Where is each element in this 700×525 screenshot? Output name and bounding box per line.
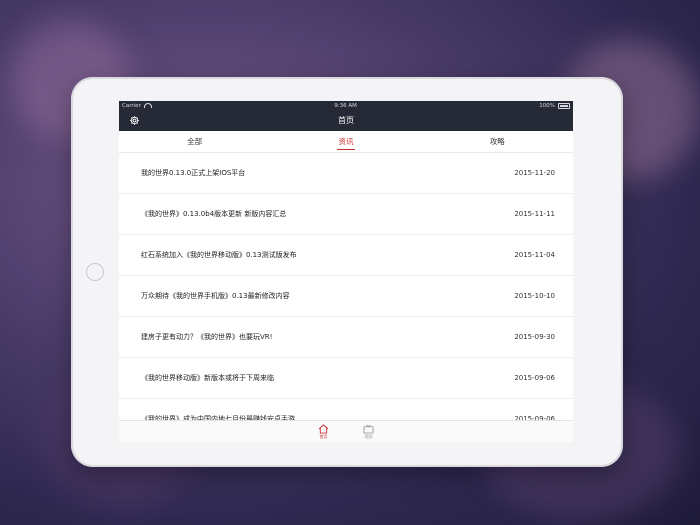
segment-tabs: 全部 资讯 攻略 bbox=[119, 131, 573, 153]
article-title: 红石系统加入《我的世界移动版》0.13测试版发布 bbox=[141, 251, 297, 259]
tab-label: 攻略 bbox=[489, 137, 505, 146]
article-title: 《我的世界移动版》新版本或将于下周来临 bbox=[141, 374, 274, 382]
article-title: 《我的世界》0.13.0b4版本更新 新版内容汇总 bbox=[141, 210, 287, 218]
battery-percent: 100% bbox=[539, 102, 555, 109]
article-list: 我的世界0.13.0正式上架IOS平台 2015-11-20 《我的世界》0.1… bbox=[119, 153, 573, 440]
tabbar-label: 视频 bbox=[364, 433, 373, 439]
navigation-bar: 首页 bbox=[119, 110, 573, 131]
home-button[interactable] bbox=[86, 263, 104, 281]
article-date: 2015-11-20 bbox=[514, 169, 555, 177]
page-title: 首页 bbox=[338, 116, 354, 125]
list-item[interactable]: 《我的世界》0.13.0b4版本更新 新版内容汇总 2015-11-11 bbox=[119, 194, 573, 235]
active-tab-indicator bbox=[336, 148, 355, 150]
list-item[interactable]: 建房子更有动力？《我的世界》也要玩VR! 2015-09-30 bbox=[119, 317, 573, 358]
tabbar-label: 首页 bbox=[319, 433, 328, 439]
settings-button[interactable] bbox=[127, 113, 141, 127]
article-date: 2015-10-10 bbox=[514, 292, 555, 300]
article-date: 2015-09-06 bbox=[514, 374, 555, 382]
gear-icon bbox=[129, 115, 139, 125]
status-bar: Carrier 9:36 AM 100% bbox=[119, 101, 573, 110]
list-item[interactable]: 红石系统加入《我的世界移动版》0.13测试版发布 2015-11-04 bbox=[119, 235, 573, 276]
tab-label: 资讯 bbox=[338, 137, 354, 146]
tab-guides[interactable]: 攻略 bbox=[422, 131, 573, 152]
home-icon bbox=[318, 423, 329, 434]
list-item[interactable]: 万众期待《我的世界手机版》0.13最新修改内容 2015-10-10 bbox=[119, 276, 573, 317]
wifi-icon bbox=[143, 103, 152, 108]
article-title: 万众期待《我的世界手机版》0.13最新修改内容 bbox=[141, 292, 290, 300]
article-date: 2015-11-11 bbox=[514, 210, 555, 218]
status-time: 9:36 AM bbox=[334, 102, 357, 109]
app-screen: Carrier 9:36 AM 100% 首页 全部 资讯 攻略 我的世界0.1… bbox=[119, 101, 573, 442]
article-date: 2015-11-04 bbox=[514, 251, 555, 259]
carrier-label: Carrier bbox=[122, 102, 141, 109]
bottom-tab-bar: 首页 视频 bbox=[119, 420, 573, 442]
article-title: 建房子更有动力？《我的世界》也要玩VR! bbox=[141, 333, 273, 341]
tabbar-item-home[interactable]: 首页 bbox=[318, 421, 329, 442]
article-title: 我的世界0.13.0正式上架IOS平台 bbox=[141, 169, 246, 177]
list-item[interactable]: 《我的世界移动版》新版本或将于下周来临 2015-09-06 bbox=[119, 358, 573, 399]
article-date: 2015-09-30 bbox=[514, 333, 555, 341]
list-item[interactable]: 我的世界0.13.0正式上架IOS平台 2015-11-20 bbox=[119, 153, 573, 194]
tab-news[interactable]: 资讯 bbox=[270, 131, 421, 152]
tabbar-item-video[interactable]: 视频 bbox=[363, 421, 374, 442]
tab-all[interactable]: 全部 bbox=[119, 131, 270, 152]
tab-label: 全部 bbox=[187, 137, 203, 146]
battery-icon bbox=[558, 102, 570, 109]
tv-icon bbox=[363, 424, 374, 434]
